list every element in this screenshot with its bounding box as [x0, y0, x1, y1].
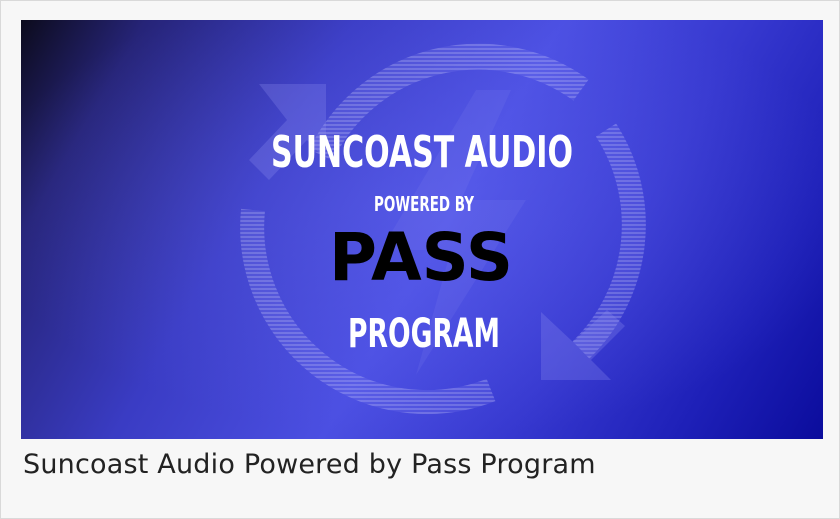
hero-image[interactable]: SUNCOAST AUDIO POWERED BY PASS PROGRAM	[21, 20, 823, 439]
logo-powered-by: POWERED BY	[374, 192, 474, 216]
logo-pass: PASS	[329, 219, 513, 296]
media-card: SUNCOAST AUDIO POWERED BY PASS PROGRAM S…	[0, 0, 840, 519]
hero-graphic: SUNCOAST AUDIO POWERED BY PASS PROGRAM	[21, 20, 823, 439]
logo-program: PROGRAM	[348, 311, 500, 357]
image-caption: Suncoast Audio Powered by Pass Program	[23, 449, 596, 480]
logo-title: SUNCOAST AUDIO	[271, 127, 573, 178]
